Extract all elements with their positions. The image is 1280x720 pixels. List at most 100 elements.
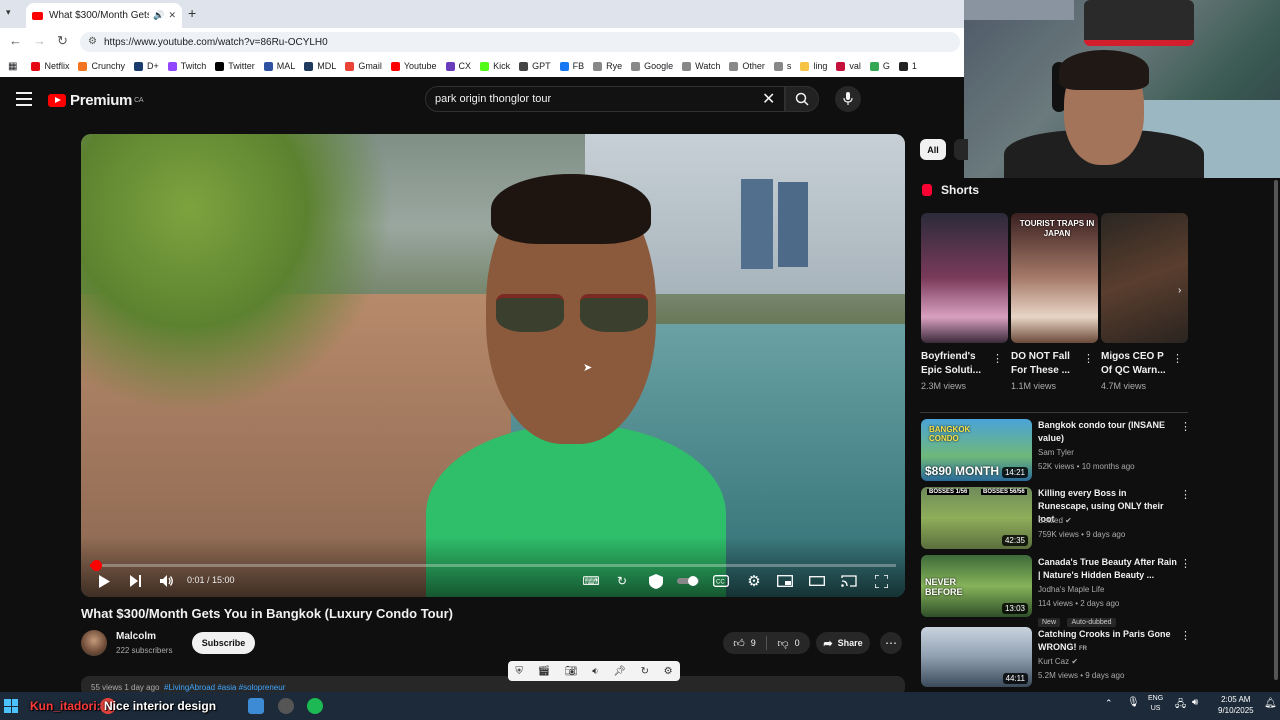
video-channel[interactable]: Sam Tyler <box>1038 448 1074 457</box>
speaker-icon[interactable]: 🔊 <box>153 10 164 21</box>
kebab-menu-icon[interactable]: ⋮ <box>1180 629 1191 642</box>
address-bar[interactable]: ⚙ https://www.youtube.com/watch?v=86Ru-O… <box>80 32 960 52</box>
reload-icon[interactable]: ↻ <box>641 666 649 677</box>
audio-icon[interactable]: 🔉︎ <box>592 666 598 677</box>
bookmark-item[interactable]: 1 <box>898 61 917 71</box>
steam-icon[interactable] <box>278 698 294 714</box>
tab-close-icon[interactable]: ✕ <box>168 10 176 21</box>
play-button[interactable] <box>96 572 112 590</box>
like-button[interactable]: 👍︎ 9 <box>723 632 766 654</box>
bookmark-item[interactable]: ling <box>800 61 827 71</box>
clear-search-icon[interactable]: ✕ <box>762 89 775 109</box>
bookmark-item[interactable]: Google <box>631 61 673 71</box>
notifications-icon[interactable]: 🔔︎ <box>1264 698 1277 709</box>
volume-button[interactable] <box>159 572 175 590</box>
short-title[interactable]: Boyfriend's Epic Soluti... <box>921 350 997 378</box>
voice-search-button[interactable] <box>835 86 861 112</box>
bookmark-item[interactable]: Netflix <box>31 61 69 71</box>
clapperboard-icon[interactable]: 🎬︎ <box>538 666 551 677</box>
video-player[interactable] <box>81 134 905 597</box>
bookmark-item[interactable]: val <box>836 61 861 71</box>
network-icon[interactable]: 🖧 <box>1175 697 1186 714</box>
fullscreen-button[interactable] <box>872 572 890 590</box>
tab-search-icon[interactable]: ▾ <box>6 7 11 18</box>
short-title[interactable]: DO NOT Fall For These ... <box>1011 350 1087 378</box>
bookmark-item[interactable]: CX <box>445 61 471 71</box>
shield-icon[interactable]: ⛨ <box>515 666 523 677</box>
pin-icon[interactable]: 📌︎ <box>613 666 626 677</box>
app-icon[interactable] <box>248 698 264 714</box>
bookmark-item[interactable]: G <box>869 61 890 71</box>
video-title[interactable]: Catching Crooks in Paris Gone WRONG! FR <box>1038 628 1178 656</box>
settings-sliders-icon[interactable]: ⚙ <box>664 666 673 677</box>
kebab-menu-icon[interactable]: ⋮ <box>1180 557 1191 570</box>
back-icon[interactable]: ← <box>9 33 22 48</box>
short-thumbnail[interactable]: TOURIST TRAPS IN JAPAN <box>1011 213 1098 343</box>
spotify-icon[interactable] <box>307 698 323 714</box>
bookmark-item[interactable]: s <box>773 61 791 71</box>
system-clock[interactable]: 2:05 AM 9/10/2025 <box>1218 694 1254 716</box>
chevron-right-icon[interactable]: › <box>1178 285 1181 296</box>
volume-tray-icon[interactable]: 🔊︎ <box>1192 697 1198 708</box>
sponsorblock-button[interactable] <box>646 572 666 590</box>
hashtags[interactable]: #LivingAbroad #asia #solopreneur <box>164 683 285 692</box>
theater-mode-button[interactable] <box>808 572 826 590</box>
dislike-button[interactable]: 👎︎ 0 <box>767 632 810 654</box>
bookmark-item[interactable]: Gmail <box>345 61 382 71</box>
video-thumbnail[interactable]: 44:11 <box>921 627 1032 687</box>
bookmark-item[interactable]: MDL <box>304 61 336 71</box>
short-title[interactable]: Migos CEO P Of QC Warn... <box>1101 350 1177 378</box>
new-tab-button[interactable]: + <box>188 5 196 21</box>
chip-next[interactable] <box>954 139 968 160</box>
kebab-menu-icon[interactable]: ⋮ <box>1172 352 1183 365</box>
video-title[interactable]: Canada's True Beauty After Rain | Nature… <box>1038 556 1178 582</box>
bookmark-item[interactable]: GPT <box>519 61 551 71</box>
bookmark-item[interactable]: MAL <box>263 61 295 71</box>
share-button[interactable]: ➦ Share <box>816 632 870 654</box>
video-thumbnail[interactable]: BANGKOK CONDO $890 MONTH 14:21 <box>921 419 1032 481</box>
apps-grid-icon[interactable]: ▦ <box>8 61 17 72</box>
bookmark-item[interactable]: Kick <box>480 61 510 71</box>
video-title[interactable]: Bangkok condo tour (INSANE value) <box>1038 419 1178 445</box>
windows-start-icon[interactable] <box>4 699 18 713</box>
channel-name[interactable]: Malcolm <box>116 631 156 642</box>
video-channel[interactable]: Settled ✔ <box>1038 516 1072 525</box>
short-thumbnail[interactable] <box>1101 213 1188 343</box>
video-channel[interactable]: Jodha's Maple Life <box>1038 585 1104 594</box>
short-thumbnail[interactable] <box>921 213 1008 343</box>
forward-icon[interactable]: → <box>33 33 46 48</box>
miniplayer-button[interactable] <box>776 572 794 590</box>
menu-icon[interactable] <box>16 92 32 110</box>
kebab-menu-icon[interactable]: ⋮ <box>1083 352 1094 365</box>
subscribe-button[interactable]: Subscribe <box>192 632 255 654</box>
kebab-menu-icon[interactable]: ⋮ <box>1180 420 1191 433</box>
subtitles-button[interactable]: CC <box>712 572 730 590</box>
bookmark-item[interactable]: Watch <box>682 61 720 71</box>
bookmark-item[interactable]: Twitch <box>167 61 206 71</box>
loop-button[interactable]: ↻ <box>614 572 630 590</box>
next-button[interactable] <box>128 572 144 590</box>
bookmark-item[interactable]: Rye <box>593 61 622 71</box>
channel-avatar[interactable] <box>81 630 107 656</box>
kebab-menu-icon[interactable]: ⋮ <box>992 352 1003 365</box>
reload-icon[interactable]: ↻ <box>57 33 68 49</box>
autoplay-toggle[interactable] <box>676 572 700 590</box>
progress-bar[interactable] <box>90 560 896 571</box>
mic-tray-icon[interactable]: 🎙︎ <box>1127 697 1140 708</box>
site-info-icon[interactable]: ⚙ <box>88 36 97 47</box>
search-input[interactable]: park origin thonglor tour <box>425 86 785 112</box>
video-channel[interactable]: Kurt Caz ✔ <box>1038 657 1078 666</box>
chip-all[interactable]: All <box>920 139 946 160</box>
youtube-premium-logo[interactable]: Premium CA <box>48 92 144 109</box>
sidebar-scrollbar[interactable] <box>1272 178 1280 692</box>
settings-button[interactable]: ⚙ <box>745 572 763 590</box>
bookmark-item[interactable]: Other <box>729 61 765 71</box>
video-thumbnail[interactable]: NEVER BEFORE 13:03 <box>921 555 1032 617</box>
bookmark-item[interactable]: Youtube <box>390 61 437 71</box>
cast-button[interactable] <box>840 572 858 590</box>
tray-chevron-icon[interactable]: ⌃ <box>1105 698 1113 709</box>
bookmark-item[interactable]: Twitter <box>215 61 255 71</box>
language-indicator[interactable]: ENG US <box>1148 694 1163 714</box>
kebab-menu-icon[interactable]: ⋮ <box>1180 488 1191 501</box>
bookmark-item[interactable]: D+ <box>133 61 159 71</box>
